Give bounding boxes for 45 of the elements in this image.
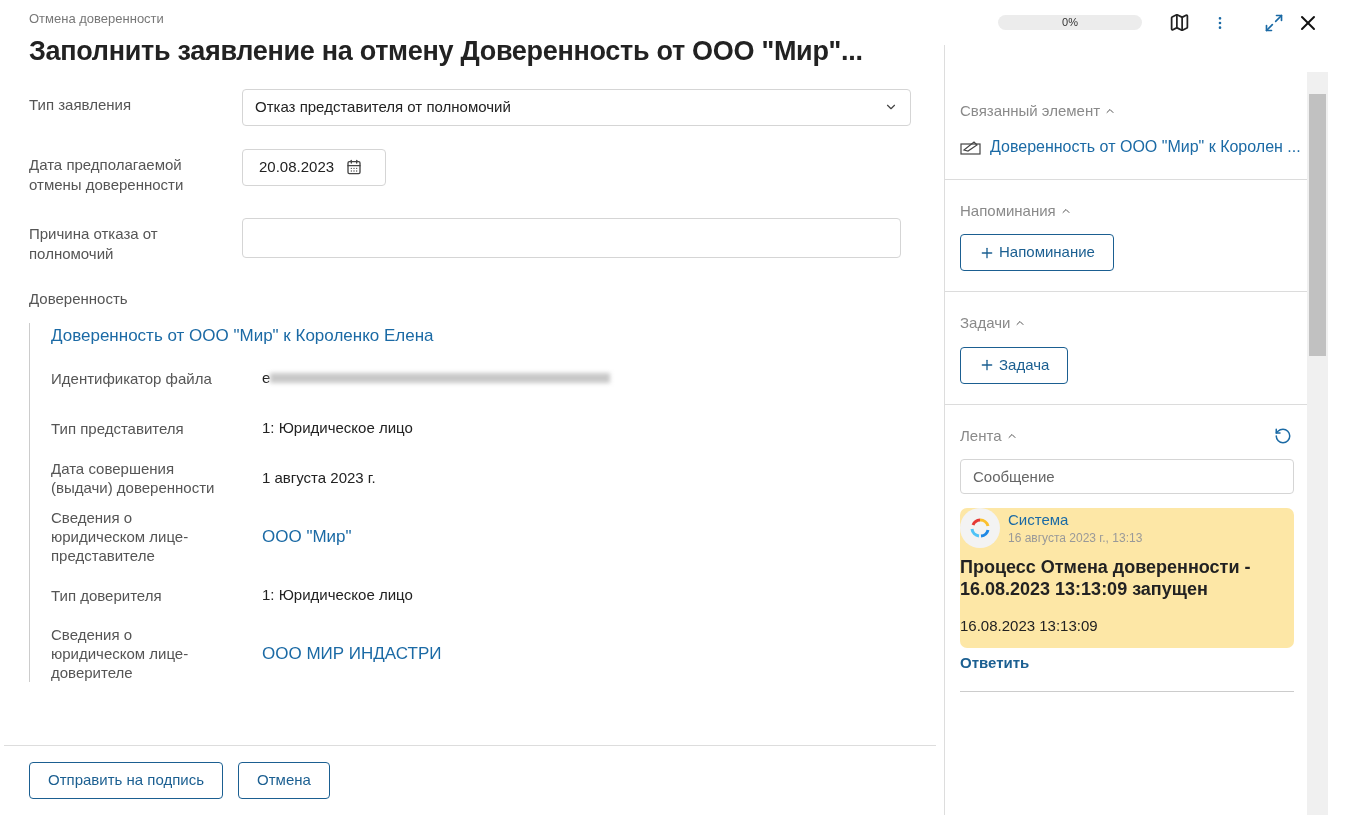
refresh-icon[interactable] <box>1274 426 1292 445</box>
section-title[interactable]: Связанный элемент <box>960 100 1101 123</box>
type-select[interactable]: Отказ представителя от полномочий <box>242 88 911 126</box>
section-title[interactable]: Задачи <box>960 312 1011 335</box>
date-field[interactable]: 20.08.2023 <box>242 148 386 186</box>
post-headline: Процесс Отмена доверенности - 16.08.2023 13:13:09 запущен <box>960 556 1252 600</box>
plus-icon <box>979 357 995 373</box>
footer-button[interactable]: Отправить на подпись <box>29 762 224 799</box>
field-label: Идентификатор файла <box>51 368 213 388</box>
post-time: 16 августа 2023 г., 13:13 <box>1008 530 1143 547</box>
breadcrumb[interactable]: Отмена доверенности <box>29 9 911 29</box>
add-task-button[interactable]: Задача <box>960 346 1069 384</box>
calendar-icon[interactable] <box>346 159 363 175</box>
field-label: Тип заявления <box>29 94 133 115</box>
page-title: Заполнить заявление на отмену Доверенность от ООО "Мир"... <box>29 34 863 68</box>
scrollbar[interactable] <box>1307 72 1328 815</box>
field-value: 1: Юридическое лицо <box>262 584 413 605</box>
progress-reading: 0% <box>1062 15 1078 31</box>
field-label: Дата совершения (выдачи) доверенности <box>51 459 216 497</box>
field-value: 1: Юридическое лицо <box>262 417 413 438</box>
field-label: Причина отказа от полномочий <box>29 223 159 264</box>
post-author[interactable]: Система <box>1008 511 1143 529</box>
field-label: Сведения о юридическом лице-доверителе <box>51 625 190 682</box>
field-value: 1 августа 2023 г. <box>262 467 376 488</box>
message-field[interactable]: Сообщение <box>960 459 1294 494</box>
value-link[interactable]: ООО "Мир" <box>262 523 352 550</box>
reply-link[interactable]: Ответить <box>960 651 1030 674</box>
expand-icon[interactable] <box>1264 12 1284 33</box>
map-icon[interactable] <box>1169 12 1190 33</box>
post-body: 16.08.2023 13:13:09 <box>960 616 1099 636</box>
footer-button[interactable]: Отмена <box>238 762 330 799</box>
field-label: Тип доверителя <box>51 585 163 605</box>
system-avatar <box>960 508 1000 548</box>
section-title[interactable]: Напоминания <box>960 199 1056 222</box>
attorney-link[interactable]: Доверенность от ООО "Мир" к Короленко Елена <box>51 325 434 345</box>
reason-field[interactable] <box>242 217 901 258</box>
value-link[interactable]: ООО МИР ИНДАСТРИ <box>262 640 442 667</box>
section-title[interactable]: Лента <box>960 424 1002 447</box>
field-label: Дата предполагаемой отмены доверенности <box>29 154 185 195</box>
related-link[interactable]: Доверенность от ООО "Мир" к Королен ... <box>990 134 1301 159</box>
add-reminder-button[interactable]: Напоминание <box>960 234 1114 271</box>
field-value: е <box>262 367 271 388</box>
field-label: Сведения о юридическом лице-представителе <box>51 508 190 565</box>
field-label: Тип представителя <box>51 418 185 438</box>
section-label: Доверенность <box>29 289 128 307</box>
